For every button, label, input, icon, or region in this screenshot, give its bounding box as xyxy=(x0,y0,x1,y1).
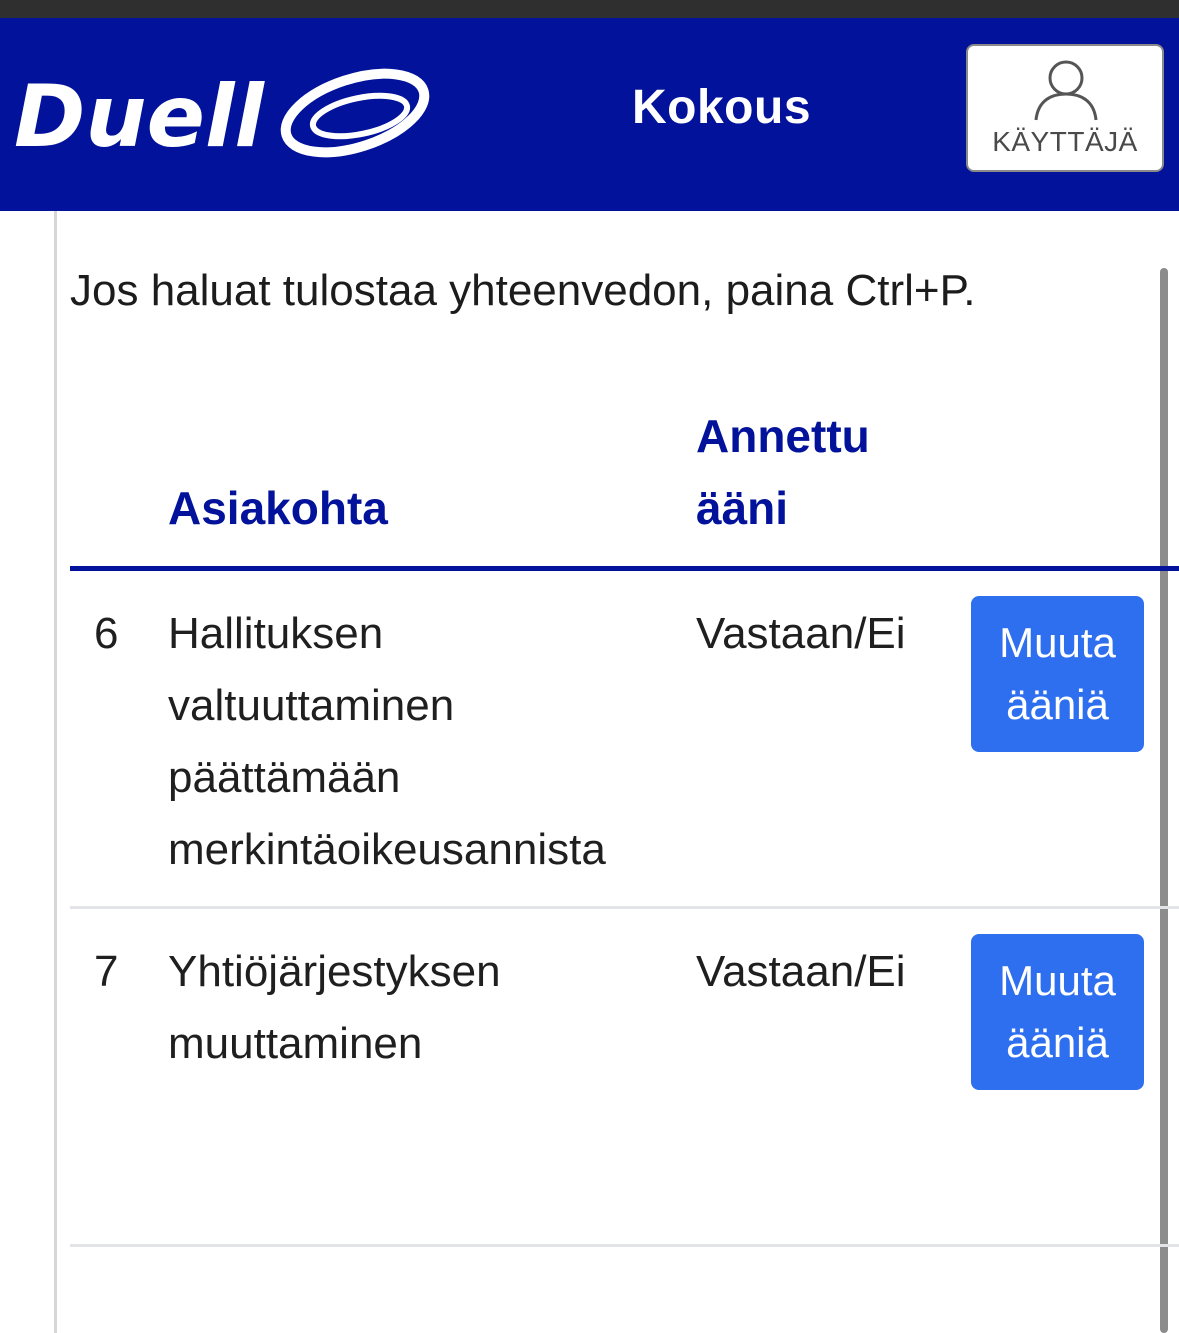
row-divider xyxy=(70,906,1179,909)
row-vote: Vastaan/Ei xyxy=(696,947,906,996)
column-header-vote-line2: ääni xyxy=(696,482,789,534)
row-number: 7 xyxy=(94,947,119,996)
user-button-label: KÄYTTÄJÄ xyxy=(992,126,1138,157)
scrollbar[interactable] xyxy=(1160,268,1168,1333)
user-button[interactable]: KÄYTTÄJÄ xyxy=(966,44,1164,172)
row-title-line: Yhtiöjärjestyksen xyxy=(168,947,501,996)
column-header-item: Asiakohta xyxy=(168,482,388,534)
status-strip xyxy=(0,0,1179,18)
change-votes-button[interactable]: Muuta ääniä xyxy=(971,596,1144,752)
change-votes-button[interactable]: Muuta ääniä xyxy=(971,934,1144,1090)
content-left-border xyxy=(54,211,57,1333)
row-title-line: Hallituksen xyxy=(168,609,384,658)
change-votes-button-line: ääniä xyxy=(1006,1019,1109,1066)
row-title: Yhtiöjärjestyksen muuttaminen xyxy=(168,936,668,1080)
print-hint: Jos haluat tulostaa yhteenvedon, paina C… xyxy=(70,266,976,315)
column-header-vote: Annettu ääni xyxy=(696,400,870,544)
user-icon xyxy=(1034,60,1098,121)
app-header: Duell Kokous KÄYTTÄJÄ xyxy=(0,18,1179,211)
row-title-line: merkintäoikeusannista xyxy=(168,825,606,874)
column-header-vote-line1: Annettu xyxy=(696,410,870,462)
row-title: Hallituksen valtuuttaminen päättämään me… xyxy=(168,598,668,886)
change-votes-button-line: ääniä xyxy=(1006,681,1109,728)
page-title: Kokous xyxy=(632,81,812,134)
svg-text:Duell: Duell xyxy=(14,67,265,163)
duell-logo[interactable]: Duell xyxy=(10,58,430,163)
row-title-line: muuttaminen xyxy=(168,1019,423,1068)
row-number: 6 xyxy=(94,609,119,658)
row-divider xyxy=(70,1244,1179,1247)
page: Duell Kokous KÄYTTÄJÄ Jos haluat tulosta… xyxy=(0,0,1179,1333)
table-header-divider xyxy=(70,566,1179,571)
row-title-line: päättämään xyxy=(168,753,401,802)
row-title-line: valtuuttaminen xyxy=(168,681,455,730)
change-votes-button-line: Muuta xyxy=(999,619,1116,666)
row-vote: Vastaan/Ei xyxy=(696,609,906,658)
change-votes-button-line: Muuta xyxy=(999,957,1116,1004)
